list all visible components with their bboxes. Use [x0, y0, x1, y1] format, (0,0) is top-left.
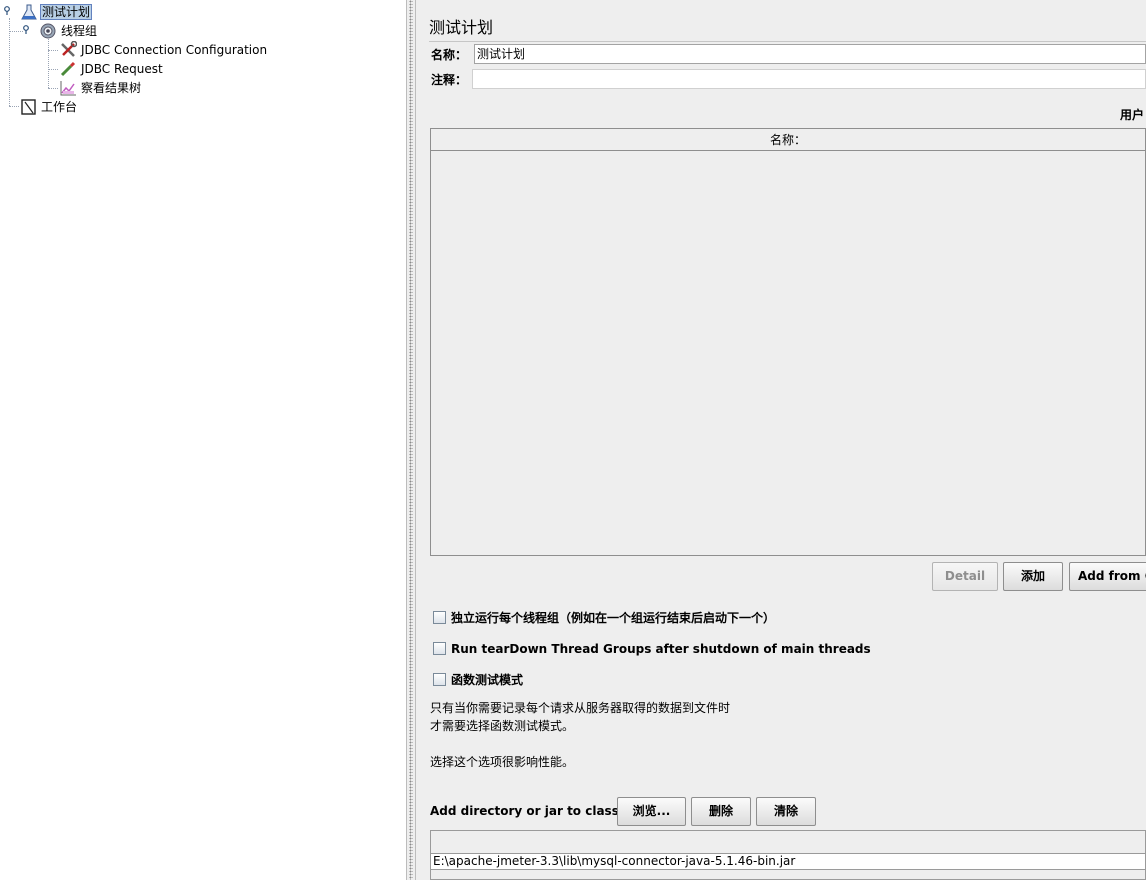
thread-group-icon [40, 23, 56, 39]
functional-note-line1: 只有当你需要记录每个请求从服务器取得的数据到文件时 [430, 701, 731, 715]
detail-button[interactable]: Detail [932, 562, 998, 591]
tree-node-test-plan[interactable]: 测试计划 [20, 3, 93, 21]
tree-node-workbench[interactable]: 工作台 [20, 98, 78, 116]
test-plan-tree: 测试计划 线程组 JDBC Connection Configuration J… [0, 0, 406, 880]
listener-chart-icon [60, 81, 76, 96]
functional-note-line2: 才需要选择函数测试模式。 [430, 719, 575, 733]
tree-node-jdbc-request[interactable]: JDBC Request [59, 60, 164, 78]
config-tools-icon [61, 41, 77, 57]
name-label: 名称： [431, 48, 468, 62]
tree-node-label: 工作台 [41, 100, 78, 114]
delete-button[interactable]: 删除 [691, 797, 751, 826]
tree-line [48, 69, 58, 70]
separator [429, 41, 1146, 42]
checkbox-box[interactable] [433, 673, 446, 686]
tree-node-view-results-tree[interactable]: 察看结果树 [59, 79, 142, 97]
tree-node-label: JDBC Connection Configuration [81, 43, 268, 57]
tree-node-label: JDBC Request [81, 62, 163, 76]
user-variables-table[interactable]: 名称： [430, 128, 1146, 556]
functional-test-mode-checkbox[interactable]: 函数测试模式 [433, 671, 523, 689]
serialize-thread-groups-checkbox[interactable]: 独立运行每个线程组（例如在一个组运行结束后启动下一个） [433, 609, 775, 627]
tree-node-label: 线程组 [61, 24, 98, 38]
functional-note-line3: 选择这个选项很影响性能。 [430, 755, 575, 769]
checkbox-box[interactable] [433, 611, 446, 624]
comment-label: 注释： [431, 73, 468, 87]
tree-line [48, 39, 49, 88]
tree-node-thread-group[interactable]: 线程组 [39, 22, 98, 40]
tree-line [9, 31, 23, 32]
checkbox-box[interactable] [433, 642, 446, 655]
tree-node-label: 测试计划 [40, 4, 93, 20]
test-plan-panel: 测试计划 名称： 测试计划 注释： 用户 名称： Detail 添加 Add f… [417, 0, 1146, 880]
sampler-pipette-icon [60, 61, 76, 77]
browse-button[interactable]: 浏览... [617, 797, 686, 826]
collapse-handle-icon[interactable] [4, 6, 13, 15]
tree-line [48, 50, 58, 51]
tree-node-label: 察看结果树 [81, 81, 142, 95]
teardown-checkbox[interactable]: Run tearDown Thread Groups after shutdow… [433, 640, 871, 658]
test-plan-icon [21, 4, 37, 20]
tree-line [48, 88, 58, 89]
collapse-handle-icon[interactable] [23, 25, 32, 34]
tree-node-jdbc-connection-config[interactable]: JDBC Connection Configuration [59, 41, 268, 59]
table-header-name[interactable]: 名称： [431, 129, 1145, 151]
classpath-entry[interactable]: E:\apache-jmeter-3.3\lib\mysql-connector… [431, 853, 1145, 870]
clear-button[interactable]: 清除 [756, 797, 816, 826]
split-pane-divider[interactable] [406, 0, 416, 880]
classpath-list[interactable]: E:\apache-jmeter-3.3\lib\mysql-connector… [430, 830, 1146, 880]
checkbox-label: 独立运行每个线程组（例如在一个组运行结束后启动下一个） [451, 611, 776, 625]
divider-grip[interactable] [409, 0, 413, 880]
checkbox-label: Run tearDown Thread Groups after shutdow… [451, 642, 871, 656]
add-button[interactable]: 添加 [1003, 562, 1063, 591]
name-field[interactable]: 测试计划 [474, 44, 1146, 64]
user-defined-variables-label: 用户 [1120, 108, 1145, 122]
add-from-clipboard-button[interactable]: Add from C [1069, 562, 1146, 591]
checkbox-label: 函数测试模式 [451, 673, 524, 687]
tree-line [9, 106, 19, 107]
panel-title: 测试计划 [429, 18, 494, 37]
workbench-icon [21, 99, 36, 115]
comment-field[interactable] [472, 69, 1146, 89]
